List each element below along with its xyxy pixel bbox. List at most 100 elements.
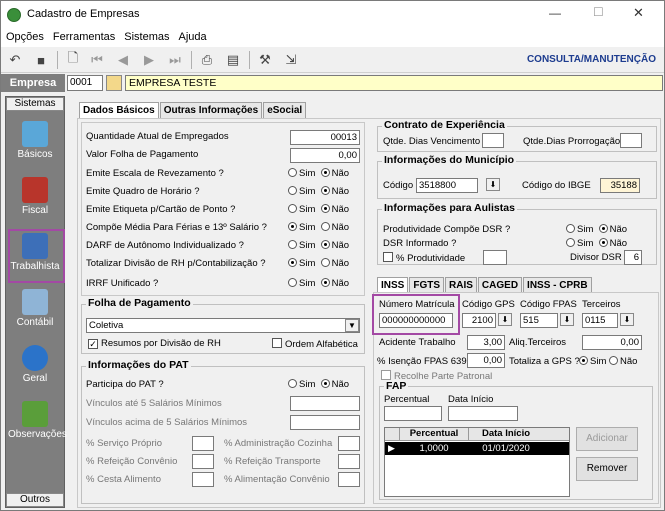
municipio-group: Informações do Município Código 3518800 …	[377, 154, 657, 199]
fpas-input[interactable]: 515	[520, 313, 558, 328]
produtividade-input[interactable]	[483, 250, 507, 265]
prev-record-icon[interactable]: ◀	[113, 50, 133, 70]
menu-ferramentas[interactable]: Ferramentas	[48, 29, 119, 43]
folha-pagamento-group: Folha de Pagamento Coletiva ▼ ✓ Resumos p…	[81, 297, 365, 354]
valor-folha-input[interactable]: 0,00	[290, 148, 360, 163]
isencao-input[interactable]: 0,00	[467, 353, 505, 368]
qtde-empregados-input[interactable]: 00013	[290, 130, 360, 145]
terceiros-input[interactable]: 0115	[582, 313, 618, 328]
exit-icon[interactable]: ⇲	[281, 50, 301, 70]
main-tabs: Dados Básicos Outras Informações eSocial	[79, 102, 307, 118]
minimize-button[interactable]: —	[549, 6, 561, 20]
irrf-unificado-radios[interactable]: Sim Não	[288, 278, 349, 292]
alim-convenio-input[interactable]	[338, 472, 360, 487]
acidente-input[interactable]: 3,00	[467, 335, 505, 350]
tab-fgts[interactable]: FGTS	[409, 277, 445, 293]
resumos-checkbox[interactable]: ✓ Resumos por Divisão de RH	[88, 338, 221, 352]
vinc5-input[interactable]	[290, 396, 360, 411]
tab-inss-cprb[interactable]: INSS - CPRB	[523, 277, 592, 293]
codigo-municipio-input[interactable]: 3518800	[416, 178, 478, 193]
sidebar-item-contabil[interactable]: Contábil	[8, 285, 62, 337]
sidebar-item-basicos[interactable]: Básicos	[8, 117, 62, 169]
vinc-acima-input[interactable]	[290, 415, 360, 430]
darf-autonomo-radios[interactable]: Sim Não	[288, 240, 349, 254]
dias-prorrogacao-input[interactable]	[620, 133, 642, 148]
pat-group: Informações do PAT Participa do PAT ? Si…	[81, 359, 365, 504]
fap-col-percentual[interactable]: Percentual	[399, 428, 469, 441]
sidebar-item-geral[interactable]: Geral	[8, 341, 62, 393]
row-pointer-icon: ▶	[388, 443, 395, 453]
etiqueta-cartao-label: Emite Etiqueta p/Cartão de Ponto ?	[86, 204, 236, 215]
dias-prorrogacao-label: Qtde.Dias Prorrogação	[523, 136, 621, 147]
menu-opcoes[interactable]: Opções	[1, 29, 48, 43]
first-record-icon[interactable]: ⏮	[87, 50, 107, 70]
refeicao-convenio-input[interactable]	[192, 454, 214, 469]
gps-input[interactable]: 2100	[462, 313, 496, 328]
sidebar-item-fiscal[interactable]: Fiscal	[8, 173, 62, 225]
sidebar-footer[interactable]: Outros	[6, 493, 64, 507]
folder-icon[interactable]	[106, 75, 122, 91]
dsr-informado-radios[interactable]: Sim Não	[566, 238, 627, 252]
fap-row-percentual: 1,0000	[419, 443, 449, 454]
tab-inss[interactable]: INSS	[377, 277, 409, 293]
produtividade-dsr-radios[interactable]: Sim Não	[566, 224, 627, 238]
last-record-icon[interactable]: ⏭	[165, 50, 185, 70]
close-button[interactable]: ✕	[633, 5, 644, 21]
menu-sistemas[interactable]: Sistemas	[119, 29, 173, 43]
fap-percentual-label: Percentual	[384, 394, 430, 405]
next-record-icon[interactable]: ▶	[139, 50, 159, 70]
fpas-lookup-icon[interactable]: ⬇	[560, 313, 574, 326]
terceiros-lookup-icon[interactable]: ⬇	[620, 313, 634, 326]
aliq-terceiros-input[interactable]: 0,00	[582, 335, 642, 350]
produtividade-checkbox[interactable]: % Produtividade	[383, 252, 465, 266]
print-icon[interactable]: ⎙	[197, 50, 217, 70]
remover-button[interactable]: Remover	[576, 457, 638, 481]
produtividade-dsr-label: Produtividade Compõe DSR ?	[383, 224, 511, 235]
tab-esocial[interactable]: eSocial	[263, 102, 307, 118]
export-icon[interactable]: ▤	[223, 50, 243, 70]
codigo-municipio-lookup-icon[interactable]: ⬇	[486, 178, 500, 191]
escala-revezamento-radios[interactable]: Sim Não	[288, 168, 349, 182]
fap-data-input[interactable]	[448, 406, 518, 421]
ordem-checkbox[interactable]: Ordem Alfabética	[272, 338, 358, 352]
tab-rais[interactable]: RAIS	[445, 277, 477, 293]
save-icon[interactable]: ■	[31, 50, 51, 70]
ibge-label: Código do IBGE	[522, 180, 591, 191]
empresa-code[interactable]: 0001	[67, 75, 103, 91]
divisor-dsr-input[interactable]: 6	[624, 250, 642, 265]
menu-ajuda[interactable]: Ajuda	[174, 29, 211, 43]
adm-cozinha-input[interactable]	[338, 436, 360, 451]
totaliza-gps-radios[interactable]: Sim Não	[579, 356, 637, 367]
participa-pat-label: Participa do PAT ?	[86, 379, 164, 390]
dias-vencimento-input[interactable]	[482, 133, 504, 148]
tab-outras-informacoes[interactable]: Outras Informações	[159, 102, 263, 118]
tab-caged[interactable]: CAGED	[477, 277, 523, 293]
vinc-acima-label: Vínculos acima de 5 Salários Mínimos	[86, 417, 248, 428]
sidebar-header[interactable]: Sistemas	[6, 97, 64, 111]
ref-transporte-input[interactable]	[338, 454, 360, 469]
tools-icon[interactable]: ⚒	[255, 50, 275, 70]
folha-select[interactable]: Coletiva	[86, 318, 360, 333]
servico-proprio-input[interactable]	[192, 436, 214, 451]
tab-dados-basicos[interactable]: Dados Básicos	[79, 102, 159, 118]
fap-col-data[interactable]: Data Início	[471, 428, 541, 441]
fap-group: FAP Percentual Data Início Percentual Da…	[379, 380, 653, 500]
table-row[interactable]: ▶ 1,0000 01/01/2020	[385, 442, 569, 455]
gps-lookup-icon[interactable]: ⬇	[498, 313, 512, 326]
window-title: Cadastro de Empresas	[27, 8, 140, 20]
participa-pat-radios[interactable]: Sim Não	[288, 379, 349, 393]
dias-vencimento-label: Qtde. Dias Vencimento	[383, 136, 481, 147]
fap-percentual-input[interactable]	[384, 406, 442, 421]
maximize-button[interactable]: ☐	[593, 5, 604, 19]
undo-icon[interactable]: ↶	[5, 50, 25, 70]
quadro-horario-radios[interactable]: Sim Não	[288, 186, 349, 200]
media-ferias-radios[interactable]: Sim Não	[288, 222, 349, 236]
acidente-label: Acidente Trabalho	[379, 337, 456, 348]
cesta-alimento-input[interactable]	[192, 472, 214, 487]
folha-dropdown-icon[interactable]: ▼	[345, 319, 359, 332]
totalizar-divisao-radios[interactable]: Sim Não	[288, 258, 349, 272]
sidebar-item-observacoes[interactable]: Observações	[8, 397, 67, 449]
etiqueta-cartao-radios[interactable]: Sim Não	[288, 204, 349, 218]
adicionar-button[interactable]: Adicionar	[576, 427, 638, 451]
preview-icon[interactable]: 🗋	[63, 50, 83, 70]
